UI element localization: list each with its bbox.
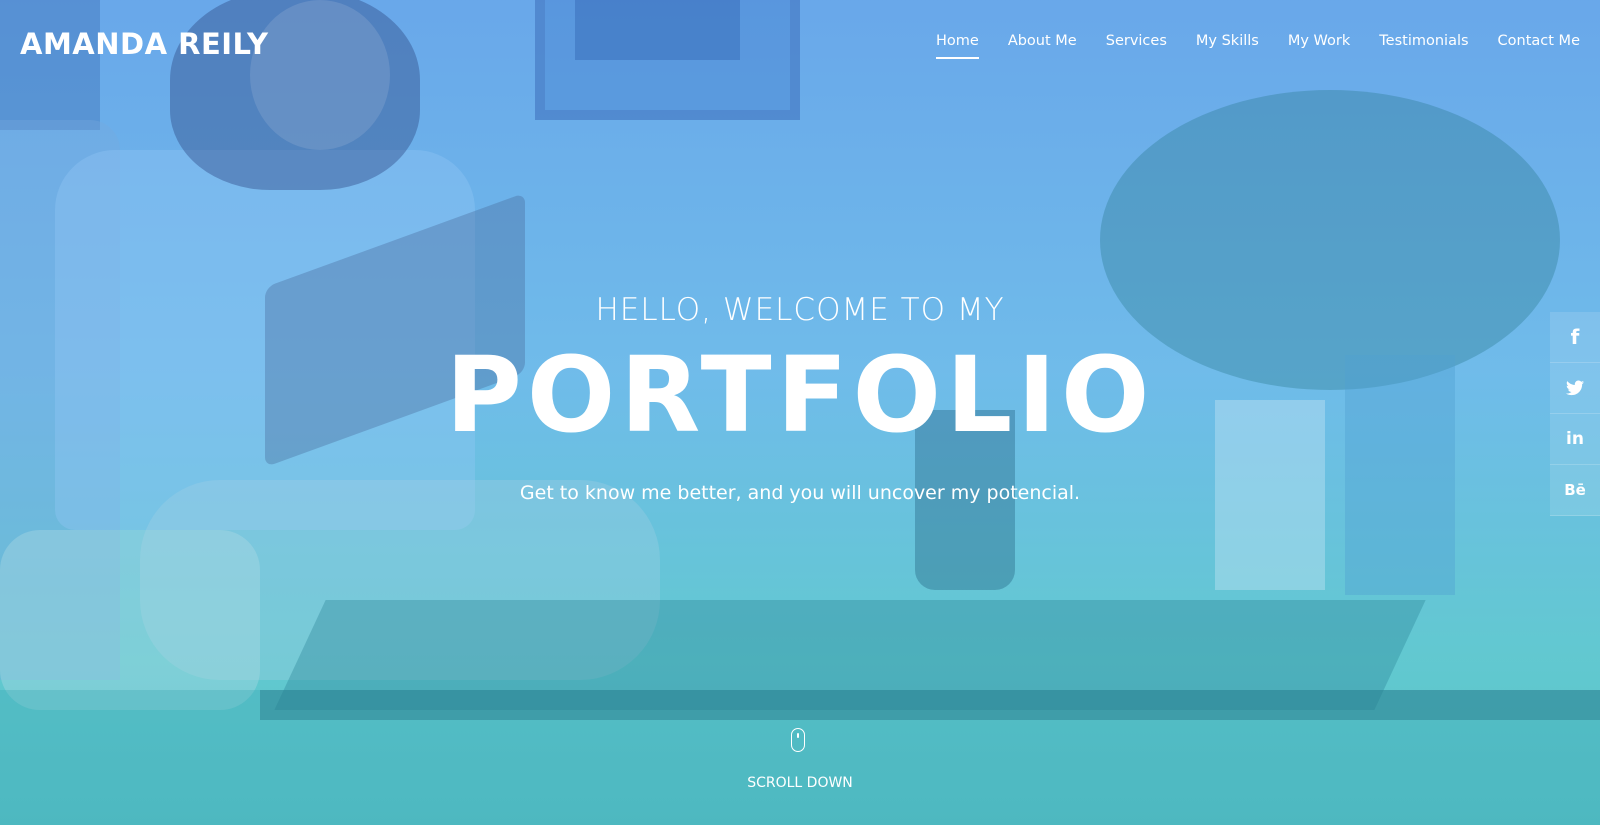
facebook-icon: f bbox=[1570, 325, 1580, 349]
mouse-scroll-icon[interactable] bbox=[791, 728, 805, 752]
nav-item-home[interactable]: Home bbox=[935, 33, 979, 59]
linkedin-icon: in bbox=[1566, 429, 1584, 449]
nav-item-testimonials[interactable]: Testimonials bbox=[1379, 33, 1468, 59]
twitter-icon bbox=[1566, 380, 1584, 396]
mouse-wheel bbox=[797, 733, 799, 738]
hero-welcome: HELLO, WELCOME TO MY bbox=[595, 292, 1005, 328]
behance-icon: Bē bbox=[1564, 481, 1586, 499]
main-nav: Home About Me Services My Skills My Work… bbox=[907, 33, 1580, 59]
site-logo[interactable]: AMANDA REILY bbox=[20, 27, 269, 61]
twitter-button[interactable] bbox=[1550, 363, 1600, 414]
linkedin-button[interactable]: in bbox=[1550, 414, 1600, 465]
nav-item-my-skills[interactable]: My Skills bbox=[1196, 33, 1259, 59]
hero-section: AMANDA REILY Home About Me Services My S… bbox=[0, 0, 1600, 825]
behance-button[interactable]: Bē bbox=[1550, 465, 1600, 516]
nav-item-services[interactable]: Services bbox=[1106, 33, 1167, 59]
social-sidebar: f in Bē bbox=[1550, 312, 1600, 516]
nav-item-contact-me[interactable]: Contact Me bbox=[1498, 33, 1580, 59]
nav-item-about-me[interactable]: About Me bbox=[1008, 33, 1077, 59]
hero-tagline: Get to know me better, and you will unco… bbox=[519, 482, 1081, 504]
facebook-button[interactable]: f bbox=[1550, 312, 1600, 363]
nav-item-my-work[interactable]: My Work bbox=[1288, 33, 1350, 59]
scroll-down-link[interactable]: SCROLL DOWN bbox=[0, 775, 1600, 791]
hero-title: PORTFOLIO bbox=[445, 334, 1155, 456]
